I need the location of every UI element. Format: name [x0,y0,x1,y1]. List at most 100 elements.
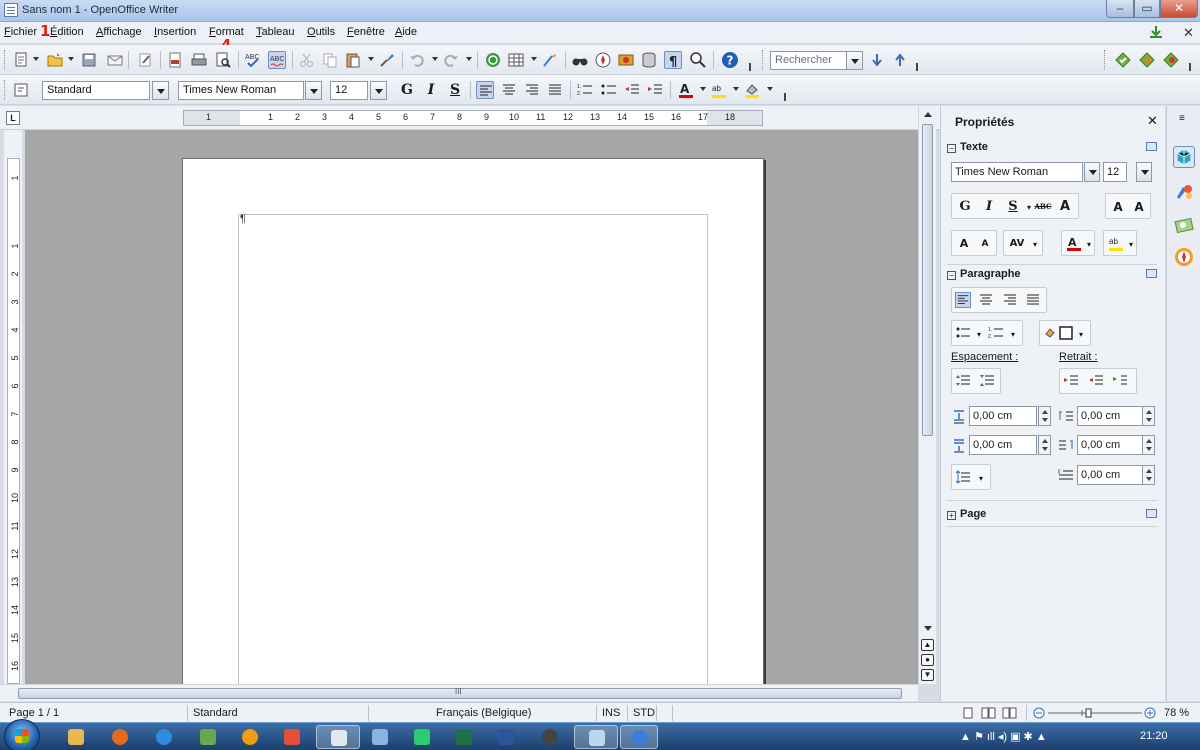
taskbar-explorer[interactable] [58,725,94,749]
sidebar-font-dropdown[interactable] [1084,162,1100,182]
page-style[interactable]: Standard [193,707,238,719]
sidebar-align-center-icon[interactable] [978,292,994,308]
align-right-icon[interactable] [523,81,541,99]
paragraph-style-combo[interactable]: Standard [42,81,150,100]
grow-font-icon[interactable]: A [955,235,973,253]
font-size-combo[interactable]: 12 [330,81,368,100]
close-button[interactable]: ✕ [1160,0,1198,18]
underline-button[interactable]: S [446,81,464,99]
zoom-icon[interactable] [689,51,707,69]
menu-insertion[interactable]: Insertion [154,26,196,38]
tab-type-selector[interactable]: L [6,111,20,125]
update-available-icon[interactable] [1148,25,1164,39]
horizontal-scrollbar[interactable]: III [0,684,918,701]
section-page[interactable]: + Page [947,508,986,520]
taskbar-app-6[interactable] [274,725,310,749]
page-count[interactable]: Page 1 / 1 [9,707,59,719]
sidebar-font-name[interactable]: Times New Roman [951,162,1083,182]
sidebar-align-left-icon[interactable] [955,292,971,308]
bold-button[interactable]: G [398,81,416,99]
maximize-button[interactable]: ▭ [1134,0,1160,18]
redo-icon[interactable] [442,51,460,69]
cut-icon[interactable] [298,51,316,69]
export-pdf-icon[interactable] [166,51,184,69]
background-color-icon[interactable] [743,81,761,99]
print-preview-icon[interactable] [214,51,232,69]
sidebar-bullets-icon[interactable] [955,325,971,341]
spacing-below-field[interactable]: 0,00 cm [969,435,1037,455]
character-spacing-icon[interactable]: AV [1008,235,1026,253]
minimize-button[interactable]: – [1106,0,1134,18]
insert-mode[interactable]: INS [602,707,620,719]
vertical-scrollbar[interactable]: ▲ ● ▼ [918,106,936,684]
document-page[interactable]: ¶ [182,158,764,684]
navigator-deck-icon[interactable] [1173,246,1195,268]
scroll-up-icon[interactable] [924,112,932,117]
sidebar-bold-button[interactable]: G [956,198,974,216]
vertical-scroll-thumb[interactable] [922,124,933,436]
justify-icon[interactable] [546,81,564,99]
taskbar-excel[interactable] [446,725,482,749]
navigator-icon[interactable] [594,51,612,69]
taskbar-app-9[interactable] [404,725,440,749]
sidebar-decrease-indent-icon[interactable] [1088,373,1104,389]
sidebar-menu-icon[interactable]: ≡ [1179,113,1185,124]
italic-button[interactable]: I [422,81,440,99]
hanging-indent-icon[interactable] [1112,373,1128,389]
font-size-dropdown[interactable] [370,81,387,100]
paste-icon[interactable] [344,51,362,69]
menu-edition[interactable]: Édition [50,26,84,38]
system-tray-icons[interactable]: ▲ ⚑ ıll ◂) ▣ ✱ ▲ [960,730,1047,743]
decrease-indent-icon[interactable] [623,81,641,99]
previous-page-icon[interactable]: ▲ [921,639,934,651]
gallery-icon[interactable] [617,51,635,69]
menu-tableau[interactable]: Tableau [256,26,295,38]
highlighting-icon[interactable]: ab [710,81,728,99]
sidebar-justify-icon[interactable] [1025,292,1041,308]
indent-before-field[interactable]: 0,00 cm [1077,406,1143,426]
send-email-icon[interactable] [106,51,124,69]
taskbar-openoffice-writer[interactable] [620,725,658,749]
taskbar-internet-explorer[interactable] [146,725,182,749]
view-layout-icons[interactable] [963,707,1019,719]
font-color-icon[interactable]: A [677,81,695,99]
print-icon[interactable] [190,51,208,69]
sidebar-font-size[interactable]: 12 [1103,162,1127,182]
taskbar-firefox[interactable] [102,725,138,749]
selection-mode[interactable]: STD [633,707,655,719]
subscript-icon[interactable]: A [1130,198,1148,216]
zoom-level[interactable]: 78 % [1164,707,1189,719]
sidebar-align-right-icon[interactable] [1002,292,1018,308]
sidebar-increase-indent-icon[interactable] [1063,373,1079,389]
strikethrough-icon[interactable]: ABC [1034,198,1052,216]
menu-fenetre[interactable]: Fenêtre [347,26,385,38]
taskbar-app-8[interactable] [362,725,398,749]
scroll-down-icon[interactable] [924,626,932,631]
navigation-icon[interactable]: ● [921,654,934,666]
undo-icon[interactable] [408,51,426,69]
find-next-icon[interactable] [868,51,886,69]
text-boundaries[interactable]: ¶ [238,213,708,684]
next-page-icon[interactable]: ▼ [921,669,934,681]
table-icon[interactable] [507,51,525,69]
taskbar-media-player[interactable] [232,725,268,749]
styles-deck-icon[interactable] [1173,181,1195,203]
start-button[interactable] [4,719,40,750]
auto-spellcheck-icon[interactable]: ABC [268,51,286,69]
clone-formatting-icon[interactable] [378,51,396,69]
close-document-icon[interactable]: ✕ [1183,25,1194,41]
font-name-combo[interactable]: Times New Roman [178,81,304,100]
numbering-icon[interactable]: 1. 2. [576,81,594,99]
indent-after-spinner[interactable] [1142,435,1155,455]
new-document-icon[interactable] [12,51,30,69]
first-line-indent-field[interactable]: 0,00 cm [1077,465,1143,485]
menu-fichier[interactable]: Fichier [4,26,37,38]
menu-aide[interactable]: Aide [395,26,417,38]
properties-deck-icon[interactable] [1173,146,1195,168]
paragraphe-more-options-icon[interactable] [1146,269,1157,278]
spellcheck-icon[interactable]: ABC [244,51,262,69]
vertical-ruler[interactable]: 1 1 2 3 4 5 6 7 8 9 10 11 12 13 14 15 16… [4,130,22,696]
superscript-icon[interactable]: A [1109,198,1127,216]
texte-more-options-icon[interactable] [1146,142,1157,151]
taskbar-app-12[interactable] [532,725,568,749]
